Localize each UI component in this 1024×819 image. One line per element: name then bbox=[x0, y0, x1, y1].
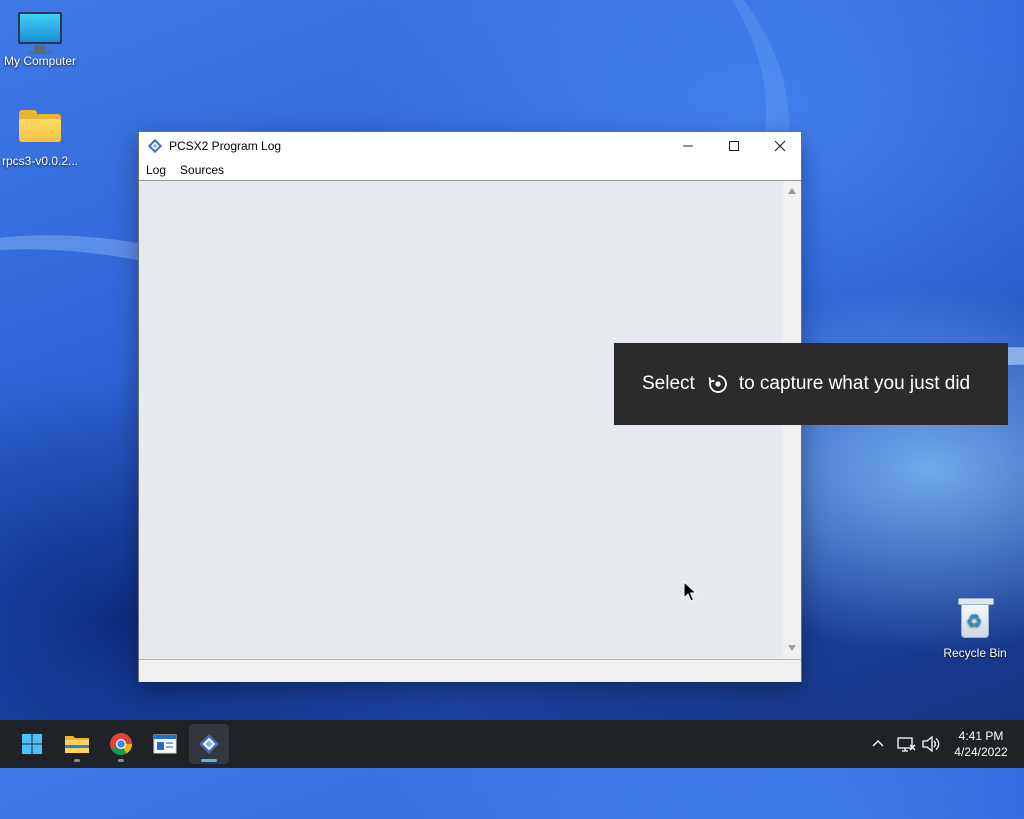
menu-log[interactable]: Log bbox=[139, 163, 173, 177]
scroll-down-button[interactable] bbox=[783, 640, 801, 656]
mouse-cursor-icon bbox=[683, 580, 698, 608]
maximize-icon bbox=[729, 141, 739, 151]
taskbar-pcsx2[interactable] bbox=[189, 724, 229, 764]
menu-sources[interactable]: Sources bbox=[173, 163, 231, 177]
monitor-icon bbox=[18, 12, 62, 51]
taskbar-file-explorer[interactable] bbox=[57, 724, 97, 764]
folder-icon bbox=[65, 736, 89, 753]
desktop-icon-label: rpcs3-v0.0.2... bbox=[1, 154, 79, 168]
maximize-button[interactable] bbox=[711, 132, 757, 160]
chevron-up-icon bbox=[872, 740, 884, 747]
windows-start-icon bbox=[22, 734, 42, 754]
network-icon bbox=[897, 737, 916, 752]
taskbar: 4:41 PM 4/24/2022 bbox=[0, 720, 1024, 768]
taskbar-chrome[interactable] bbox=[101, 724, 141, 764]
desktop-icon-label: My Computer bbox=[3, 54, 77, 68]
close-button[interactable] bbox=[757, 132, 803, 160]
pcsx2-icon bbox=[199, 734, 219, 754]
close-icon bbox=[774, 140, 786, 152]
desktop-icon-rpcs3-folder[interactable]: rpcs3-v0.0.2... bbox=[0, 110, 80, 168]
clock-time: 4:41 PM bbox=[958, 729, 1004, 743]
clock-date: 4/24/2022 bbox=[954, 745, 1008, 759]
desktop-icon-my-computer[interactable]: My Computer bbox=[0, 12, 80, 68]
chrome-icon bbox=[110, 733, 132, 755]
pcsx2-icon bbox=[147, 138, 163, 154]
status-bar bbox=[139, 659, 801, 682]
tray-network[interactable] bbox=[895, 720, 917, 768]
window-title: PCSX2 Program Log bbox=[169, 139, 282, 153]
desktop-icon-recycle-bin[interactable]: ♻ Recycle Bin bbox=[935, 598, 1015, 660]
window-app-icon bbox=[153, 734, 177, 754]
taskbar-app-window[interactable] bbox=[145, 724, 185, 764]
tray-overflow-button[interactable] bbox=[866, 720, 890, 768]
desktop-icon-label: Recycle Bin bbox=[943, 646, 1007, 660]
recycle-bin-icon: ♻ bbox=[958, 598, 994, 638]
capture-toast[interactable]: Select to capture what you just did bbox=[614, 343, 1008, 425]
arrow-down-icon bbox=[788, 645, 796, 651]
folder-icon bbox=[19, 110, 61, 142]
volume-icon bbox=[922, 735, 940, 753]
minimize-icon bbox=[683, 145, 693, 147]
taskbar-clock[interactable]: 4:41 PM 4/24/2022 bbox=[946, 728, 1016, 760]
arrow-up-icon bbox=[788, 188, 796, 194]
toast-prefix: Select bbox=[642, 373, 695, 394]
toast-suffix: to capture what you just did bbox=[738, 373, 971, 394]
window-titlebar[interactable]: PCSX2 Program Log bbox=[139, 132, 801, 160]
minimize-button[interactable] bbox=[665, 132, 711, 160]
menu-bar: Log Sources bbox=[139, 160, 801, 181]
tray-volume[interactable] bbox=[920, 720, 942, 768]
capture-record-icon bbox=[695, 373, 739, 395]
scroll-up-button[interactable] bbox=[783, 183, 801, 199]
taskbar-start-button[interactable] bbox=[12, 724, 52, 764]
